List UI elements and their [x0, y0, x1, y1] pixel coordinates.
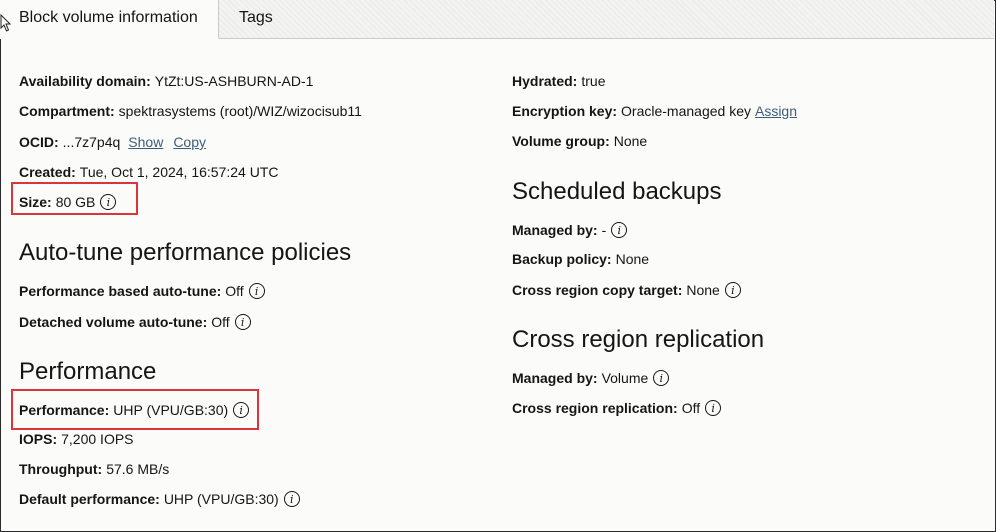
info-icon[interactable]: i	[653, 370, 670, 386]
iops-row: IOPS: 7,200 IOPS	[19, 430, 134, 448]
ocid-show-link[interactable]: Show	[128, 133, 163, 151]
replication-row: Cross region replication: Off i	[512, 399, 722, 417]
info-icon[interactable]: i	[611, 222, 628, 238]
repl-managed-by-value: Volume	[601, 370, 649, 386]
ocid-row: OCID: ...7z7p4q Show Copy	[19, 133, 206, 151]
info-icon[interactable]: i	[724, 282, 741, 298]
ocid-value: ...7z7p4q	[62, 134, 121, 150]
encryption-key-label: Encryption key:	[512, 103, 618, 119]
replication-label: Cross region replication:	[512, 400, 678, 416]
throughput-value: 57.6 MB/s	[106, 461, 170, 477]
copy-target-label: Cross region copy target:	[512, 282, 683, 298]
performance-highlight-box	[11, 389, 259, 430]
tab-block-volume-information[interactable]: Block volume information	[0, 0, 219, 39]
created-value: Tue, Oct 1, 2024, 16:57:24 UTC	[79, 164, 279, 180]
size-highlight-box	[11, 182, 138, 215]
replication-value: Off	[681, 400, 701, 416]
default-performance-label: Default performance:	[19, 491, 160, 507]
availability-domain-row: Availability domain: YtZt:US-ASHBURN-AD-…	[19, 72, 313, 90]
default-performance-value: UHP (VPU/GB:30)	[163, 491, 279, 507]
backup-managed-by-row: Managed by: - i	[512, 221, 628, 239]
ocid-copy-link[interactable]: Copy	[173, 133, 206, 151]
info-icon[interactable]: i	[705, 400, 722, 416]
compartment-row: Compartment: spektrasystems (root)/WIZ/w…	[19, 102, 362, 120]
repl-managed-by-row: Managed by: Volume i	[512, 369, 670, 387]
repl-managed-by-label: Managed by:	[512, 370, 598, 386]
availability-domain-value: YtZt:US-ASHBURN-AD-1	[154, 73, 314, 89]
mouse-pointer-icon	[0, 14, 12, 32]
perf-autotune-label: Performance based auto-tune:	[19, 283, 222, 299]
volume-group-label: Volume group:	[512, 133, 610, 149]
hydrated-row: Hydrated: true	[512, 72, 605, 90]
compartment-label: Compartment:	[19, 103, 115, 119]
info-icon[interactable]: i	[283, 491, 300, 507]
volume-group-value: None	[613, 133, 648, 149]
iops-label: IOPS:	[19, 431, 58, 447]
scheduled-backups-heading: Scheduled backups	[512, 178, 722, 205]
compartment-value: spektrasystems (root)/WIZ/wizocisub11	[118, 103, 362, 119]
perf-autotune-row: Performance based auto-tune: Off i	[19, 282, 265, 300]
default-performance-row: Default performance: UHP (VPU/GB:30) i	[19, 490, 300, 508]
info-icon[interactable]: i	[248, 283, 265, 299]
detached-autotune-label: Detached volume auto-tune:	[19, 314, 208, 330]
performance-heading: Performance	[19, 358, 157, 385]
detached-autotune-value: Off	[211, 314, 230, 330]
ocid-label: OCID:	[19, 134, 59, 150]
perf-autotune-value: Off	[225, 283, 244, 299]
hydrated-value: true	[581, 73, 606, 89]
backup-policy-value: None	[615, 251, 650, 267]
throughput-label: Throughput:	[19, 461, 103, 477]
autotune-heading: Auto-tune performance policies	[19, 239, 352, 266]
throughput-row: Throughput: 57.6 MB/s	[19, 460, 169, 478]
tab-tags[interactable]: Tags	[220, 0, 320, 38]
availability-domain-label: Availability domain:	[19, 73, 151, 89]
assign-link[interactable]: Assign	[755, 102, 797, 120]
created-row: Created: Tue, Oct 1, 2024, 16:57:24 UTC	[19, 163, 279, 181]
encryption-key-row: Encryption key: Oracle-managed key Assig…	[512, 102, 797, 120]
info-icon[interactable]: i	[234, 314, 251, 330]
hydrated-label: Hydrated:	[512, 73, 578, 89]
backup-managed-by-label: Managed by:	[512, 222, 598, 238]
cross-region-replication-heading: Cross region replication	[512, 326, 765, 353]
created-label: Created:	[19, 164, 76, 180]
encryption-key-value: Oracle-managed key	[621, 103, 751, 119]
detached-autotune-row: Detached volume auto-tune: Off i	[19, 313, 251, 331]
copy-target-value: None	[686, 282, 720, 298]
copy-target-row: Cross region copy target: None i	[512, 281, 741, 299]
iops-value: 7,200 IOPS	[61, 431, 134, 447]
volume-group-row: Volume group: None	[512, 132, 647, 150]
backup-policy-row: Backup policy: None	[512, 250, 649, 268]
backup-policy-label: Backup policy:	[512, 251, 612, 267]
backup-managed-by-value: -	[601, 222, 607, 238]
tab-bar: Block volume information Tags	[0, 0, 994, 39]
